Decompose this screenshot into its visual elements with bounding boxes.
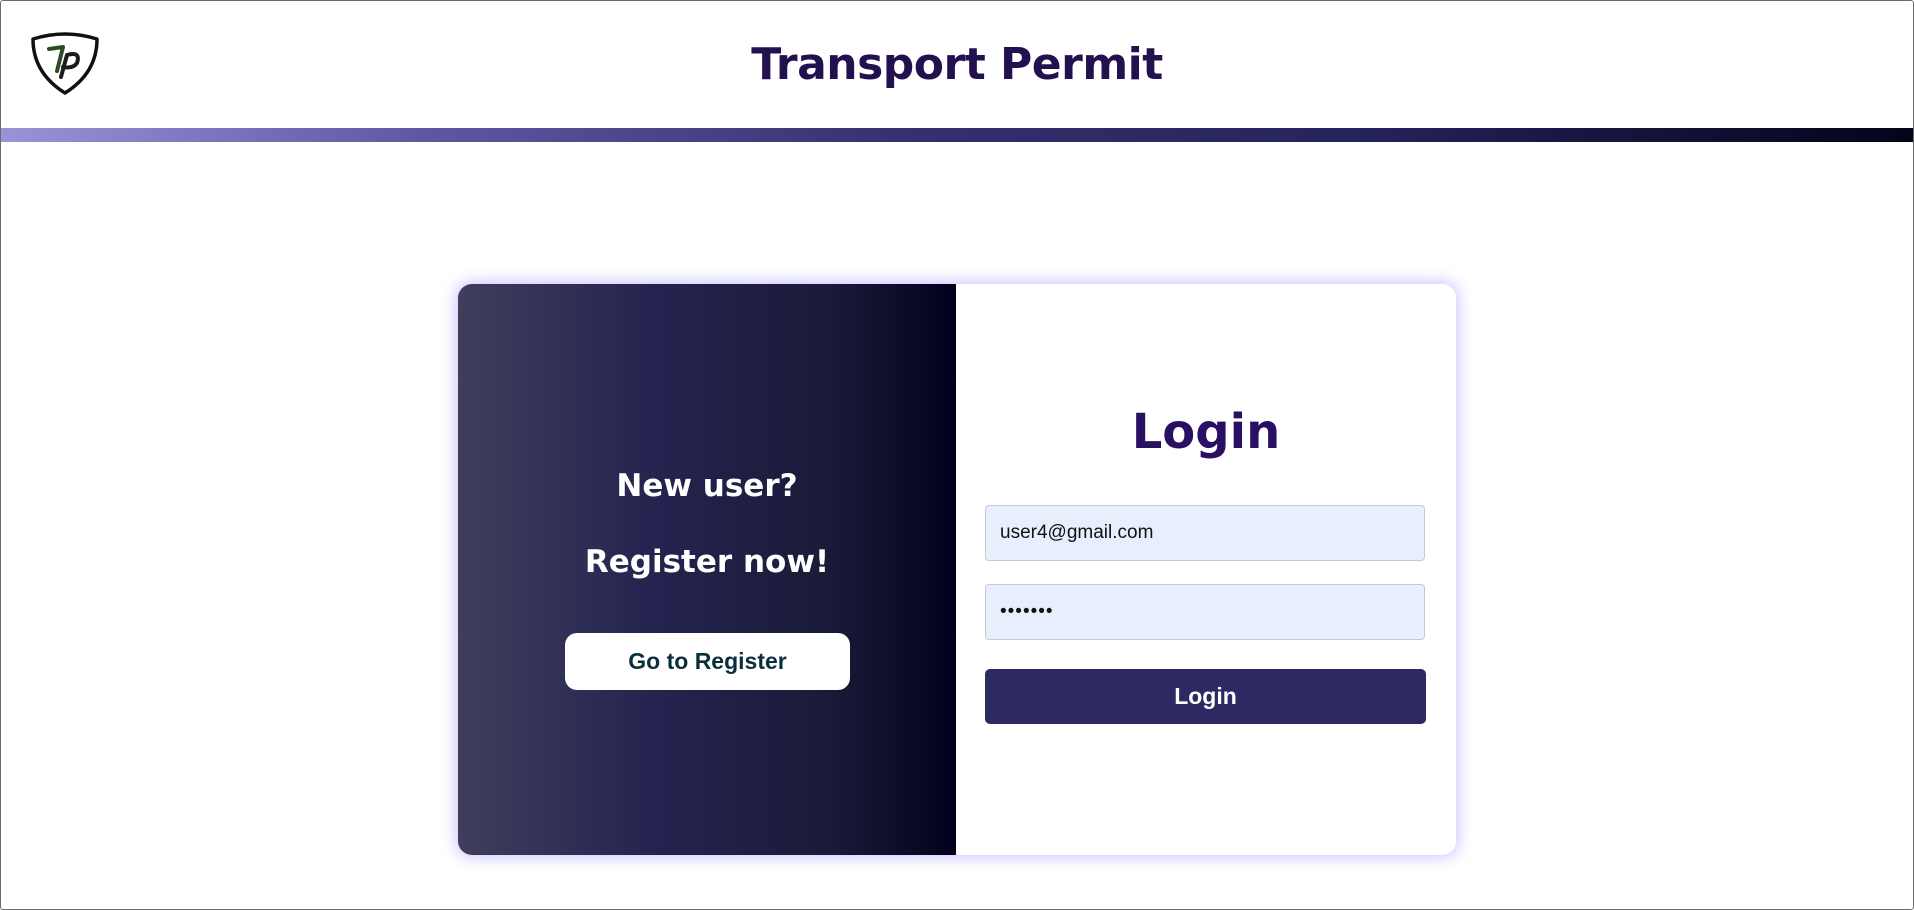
page-title: Transport Permit (751, 39, 1163, 90)
login-button[interactable]: Login (985, 669, 1426, 724)
go-to-register-button[interactable]: Go to Register (565, 633, 850, 690)
register-now-heading: Register now! (584, 544, 830, 580)
browser-page: Transport Permit New user? Register now!… (0, 0, 1914, 910)
site-header: Transport Permit (1, 1, 1913, 127)
header-gradient-bar (1, 128, 1913, 142)
register-panel: New user? Register now! Go to Register (458, 284, 956, 855)
password-field[interactable] (985, 584, 1425, 640)
email-field[interactable] (985, 505, 1425, 561)
login-panel: Login Login (956, 284, 1456, 855)
new-user-heading: New user? (616, 468, 798, 504)
login-heading: Login (1131, 404, 1281, 460)
auth-card: New user? Register now! Go to Register L… (458, 284, 1456, 855)
